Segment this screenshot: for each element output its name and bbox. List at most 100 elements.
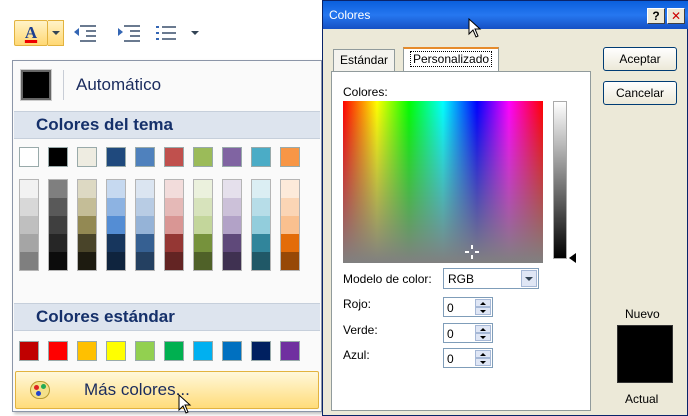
blue-spinner[interactable]: 0 (443, 348, 493, 368)
theme-shade-swatch[interactable] (194, 216, 212, 234)
red-up-button[interactable] (475, 299, 491, 307)
color-model-select[interactable]: RGB (443, 268, 539, 289)
theme-shade-swatch[interactable] (49, 252, 67, 270)
luminance-slider[interactable] (553, 101, 567, 259)
theme-shade-swatch[interactable] (223, 180, 241, 198)
standard-color-swatch[interactable] (77, 341, 97, 361)
theme-shade-swatch[interactable] (165, 198, 183, 216)
theme-shade-swatch[interactable] (252, 252, 270, 270)
tab-standard[interactable]: Estándar (333, 49, 396, 71)
theme-shade-swatch[interactable] (223, 216, 241, 234)
luminance-slider-handle[interactable] (569, 253, 576, 263)
select-arrow[interactable] (521, 270, 537, 287)
theme-shade-swatch[interactable] (252, 234, 270, 252)
increase-indent-button[interactable] (116, 20, 142, 46)
theme-shade-swatch[interactable] (49, 234, 67, 252)
tab-custom[interactable]: Personalizado (403, 47, 500, 72)
standard-color-swatch[interactable] (251, 341, 271, 361)
theme-shade-swatch[interactable] (165, 180, 183, 198)
theme-shade-swatch[interactable] (136, 198, 154, 216)
theme-shade-swatch[interactable] (136, 234, 154, 252)
red-spinner[interactable]: 0 (443, 297, 493, 317)
theme-shade-swatch[interactable] (136, 180, 154, 198)
bullets-button[interactable] (152, 20, 182, 46)
theme-shade-swatch[interactable] (20, 216, 38, 234)
theme-shade-swatch[interactable] (20, 234, 38, 252)
theme-color-swatch[interactable] (48, 147, 68, 167)
font-color-button[interactable]: A (14, 20, 48, 46)
theme-shade-swatch[interactable] (78, 216, 96, 234)
theme-shade-swatch[interactable] (107, 252, 125, 270)
green-up-button[interactable] (475, 325, 491, 333)
theme-shade-swatch[interactable] (194, 180, 212, 198)
dialog-titlebar[interactable]: Colores ? ✕ (323, 1, 688, 29)
theme-shade-swatch[interactable] (165, 216, 183, 234)
standard-color-swatch[interactable] (222, 341, 242, 361)
font-color-dropdown-arrow[interactable] (48, 20, 64, 46)
theme-shade-swatch[interactable] (107, 216, 125, 234)
theme-color-swatch[interactable] (135, 147, 155, 167)
theme-shade-swatch[interactable] (281, 180, 299, 198)
close-button[interactable]: ✕ (667, 8, 685, 24)
theme-shade-swatch[interactable] (252, 180, 270, 198)
standard-color-swatch[interactable] (193, 341, 213, 361)
theme-shade-swatch[interactable] (281, 198, 299, 216)
cancel-button[interactable]: Cancelar (603, 81, 677, 105)
blue-up-button[interactable] (475, 350, 491, 358)
theme-shade-swatch[interactable] (136, 216, 154, 234)
blue-down-button[interactable] (475, 358, 491, 366)
bullets-dropdown-arrow[interactable] (188, 20, 202, 46)
theme-shade-swatch[interactable] (252, 216, 270, 234)
theme-shade-swatch[interactable] (194, 252, 212, 270)
standard-color-swatch[interactable] (164, 341, 184, 361)
theme-shade-swatch[interactable] (281, 252, 299, 270)
standard-color-swatch[interactable] (19, 341, 39, 361)
theme-shade-swatch[interactable] (252, 198, 270, 216)
ok-button[interactable]: Aceptar (603, 47, 677, 71)
standard-color-swatch[interactable] (135, 341, 155, 361)
color-spectrum[interactable] (343, 101, 543, 263)
theme-shade-swatch[interactable] (107, 198, 125, 216)
theme-color-swatch[interactable] (164, 147, 184, 167)
theme-color-swatch[interactable] (106, 147, 126, 167)
green-down-button[interactable] (475, 333, 491, 341)
theme-shade-swatch[interactable] (49, 216, 67, 234)
theme-shade-swatch[interactable] (281, 216, 299, 234)
theme-color-swatch[interactable] (222, 147, 242, 167)
theme-color-swatch[interactable] (19, 147, 39, 167)
standard-color-swatch[interactable] (106, 341, 126, 361)
theme-shade-swatch[interactable] (223, 252, 241, 270)
theme-shade-swatch[interactable] (107, 180, 125, 198)
theme-shade-swatch[interactable] (165, 234, 183, 252)
theme-shade-swatch[interactable] (194, 198, 212, 216)
standard-color-swatch[interactable] (280, 341, 300, 361)
theme-shade-swatch[interactable] (165, 252, 183, 270)
theme-shade-swatch[interactable] (20, 252, 38, 270)
theme-color-swatch[interactable] (251, 147, 271, 167)
theme-shade-swatch[interactable] (78, 252, 96, 270)
theme-shade-swatch[interactable] (281, 234, 299, 252)
more-colors-item[interactable]: Más colores... (15, 371, 319, 409)
theme-color-swatch[interactable] (193, 147, 213, 167)
theme-shade-swatch[interactable] (20, 198, 38, 216)
theme-shade-swatch[interactable] (194, 234, 212, 252)
theme-color-swatch[interactable] (77, 147, 97, 167)
theme-shade-swatch[interactable] (49, 198, 67, 216)
theme-color-swatch[interactable] (280, 147, 300, 167)
help-button[interactable]: ? (647, 8, 665, 24)
standard-color-swatch[interactable] (48, 341, 68, 361)
theme-shade-swatch[interactable] (20, 180, 38, 198)
color-crosshair[interactable] (465, 245, 479, 259)
theme-shade-swatch[interactable] (107, 234, 125, 252)
decrease-indent-button[interactable] (72, 20, 98, 46)
theme-shade-swatch[interactable] (223, 198, 241, 216)
theme-shade-swatch[interactable] (136, 252, 154, 270)
red-down-button[interactable] (475, 307, 491, 315)
theme-shade-swatch[interactable] (78, 180, 96, 198)
theme-shade-swatch[interactable] (78, 198, 96, 216)
theme-shade-swatch[interactable] (223, 234, 241, 252)
theme-shade-swatch[interactable] (49, 180, 67, 198)
green-spinner[interactable]: 0 (443, 323, 493, 343)
automatic-color-item[interactable]: Automático (15, 67, 319, 103)
theme-shade-swatch[interactable] (78, 234, 96, 252)
